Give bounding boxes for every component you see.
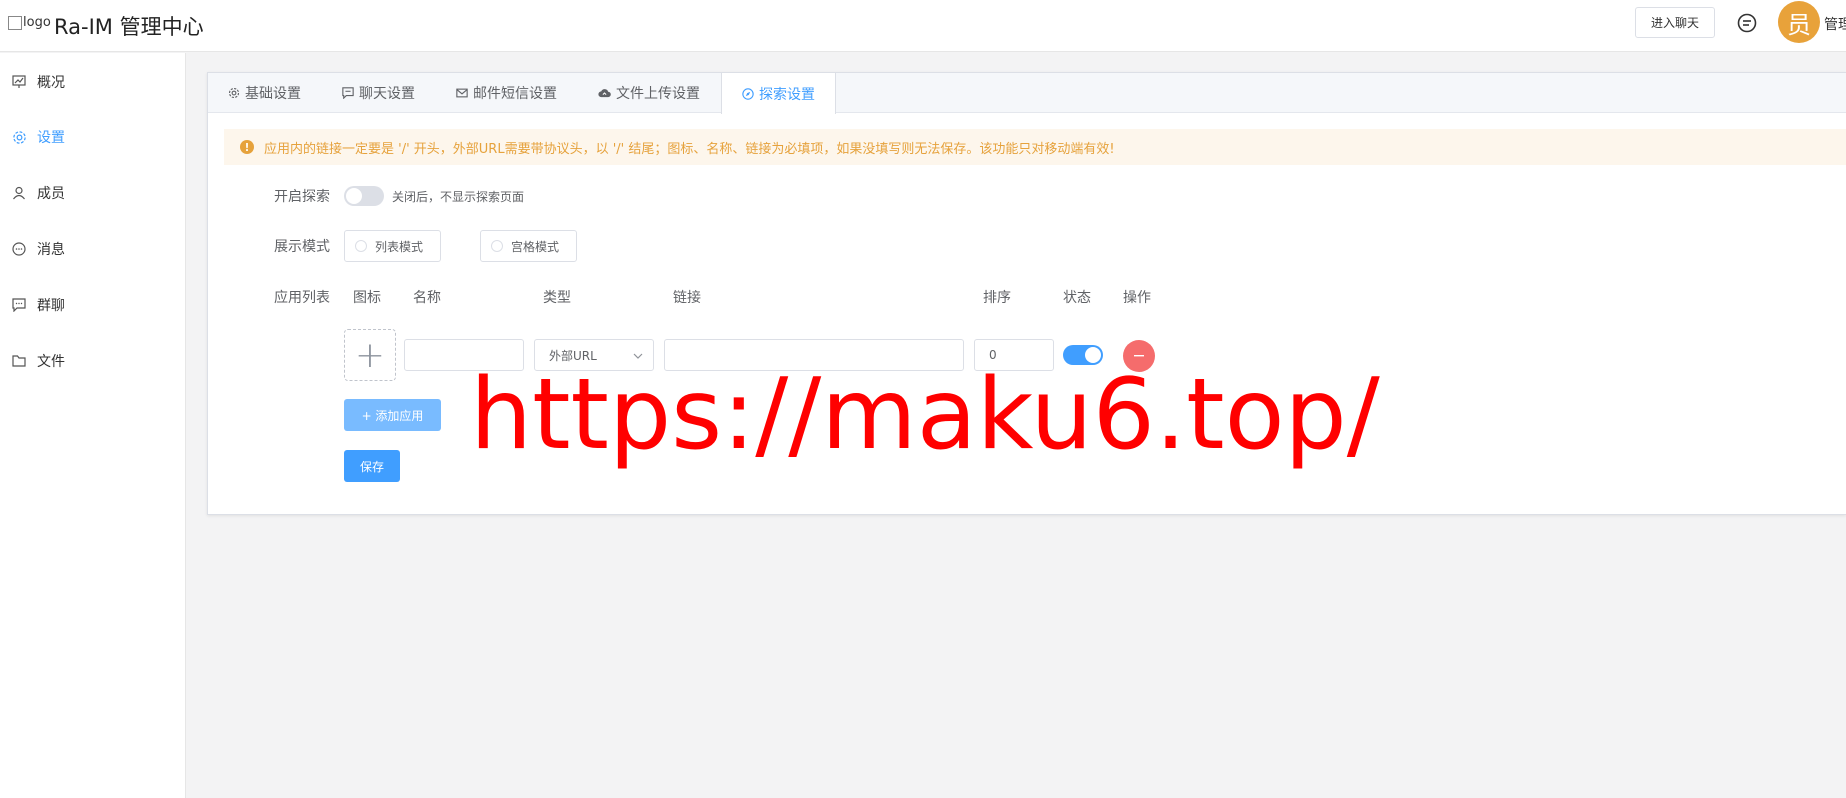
sidebar-item-settings[interactable]: 设置 — [0, 117, 185, 157]
minus-icon — [1134, 355, 1144, 357]
column-header-actions: 操作 — [1123, 290, 1151, 306]
folder-icon — [11, 353, 27, 369]
sidebar-item-files[interactable]: 文件 — [0, 341, 185, 381]
list-mode-radio[interactable]: 列表模式 — [344, 230, 441, 262]
radio-label: 列表模式 — [375, 239, 424, 254]
watermark-url: https://maku6.top/ — [470, 358, 1380, 472]
tab-label: 探索设置 — [759, 86, 815, 103]
tab-label: 文件上传设置 — [616, 86, 700, 102]
warning-alert: ! 应用内的链接一定要是 '/' 开头，外部URL需要带协议头，以 '/' 结尾… — [224, 129, 1846, 165]
column-header-order: 排序 — [983, 290, 1011, 306]
chat-icon — [342, 87, 354, 99]
tab-label: 基础设置 — [245, 86, 301, 102]
cloud-upload-icon — [598, 87, 611, 99]
radio-circle-icon — [491, 240, 503, 252]
grid-mode-radio[interactable]: 宫格模式 — [480, 230, 577, 262]
save-button[interactable]: 保存 — [344, 450, 400, 482]
broken-image-icon — [8, 15, 22, 30]
gear-icon — [11, 129, 27, 145]
sidebar-item-group-chat[interactable]: 群聊 — [0, 285, 185, 325]
user-name[interactable]: 管理员 — [1824, 14, 1846, 34]
sidebar: 概况 设置 成员 消息 群聊 文件 — [0, 53, 186, 798]
sidebar-item-label: 成员 — [37, 186, 65, 202]
app-list-label: 应用列表 — [274, 290, 330, 306]
column-header-status: 状态 — [1063, 290, 1091, 306]
tab-file-upload-settings[interactable]: 文件上传设置 — [578, 73, 721, 113]
logo-alt-text: logo — [23, 15, 51, 30]
warning-icon: ! — [240, 140, 254, 154]
sidebar-item-label: 消息 — [37, 242, 65, 258]
app-title: Ra-IM 管理中心 — [54, 15, 204, 39]
tab-basic-settings[interactable]: 基础设置 — [208, 73, 322, 113]
sidebar-item-overview[interactable]: 概况 — [0, 62, 185, 102]
enable-explore-hint: 关闭后，不显示探索页面 — [392, 190, 525, 204]
switch-knob — [346, 188, 362, 204]
column-header-icon: 图标 — [353, 290, 381, 306]
tab-label: 聊天设置 — [359, 86, 415, 102]
sidebar-item-label: 文件 — [37, 354, 65, 370]
alert-text: 应用内的链接一定要是 '/' 开头，外部URL需要带协议头，以 '/' 结尾；图… — [264, 141, 1115, 157]
user-icon — [11, 185, 27, 201]
enable-explore-switch[interactable] — [344, 186, 384, 206]
add-app-button[interactable]: + 添加应用 — [344, 399, 441, 431]
enable-explore-label: 开启探索 — [274, 189, 330, 205]
radio-label: 宫格模式 — [511, 239, 560, 254]
top-header: logo Ra-IM 管理中心 进入聊天 员 管理员 — [0, 0, 1846, 52]
display-mode-label: 展示模式 — [274, 239, 330, 255]
column-header-name: 名称 — [413, 290, 441, 306]
sidebar-item-messages[interactable]: 消息 — [0, 229, 185, 269]
chat-bubble-icon — [11, 241, 27, 257]
message-icon[interactable] — [1734, 10, 1760, 36]
sidebar-item-label: 群聊 — [37, 298, 65, 314]
tab-mail-sms-settings[interactable]: 邮件短信设置 — [436, 73, 578, 113]
avatar[interactable]: 员 — [1778, 1, 1820, 43]
sidebar-item-label: 设置 — [37, 130, 65, 146]
sidebar-item-members[interactable]: 成员 — [0, 173, 185, 213]
gear-icon — [228, 87, 240, 99]
column-header-type: 类型 — [543, 290, 571, 306]
compass-icon — [742, 87, 754, 100]
mail-icon — [456, 87, 468, 99]
sidebar-item-label: 概况 — [37, 75, 65, 91]
logo: logo — [8, 15, 51, 30]
tab-chat-settings[interactable]: 聊天设置 — [322, 73, 436, 113]
icon-upload-plus-button[interactable]: + — [344, 329, 396, 381]
tab-label: 邮件短信设置 — [473, 86, 557, 102]
chart-icon — [11, 74, 27, 90]
group-chat-icon — [11, 297, 27, 313]
radio-circle-icon — [355, 240, 367, 252]
enter-chat-button[interactable]: 进入聊天 — [1635, 7, 1715, 38]
tab-explore-settings[interactable]: 探索设置 — [721, 73, 836, 114]
tab-bar: 基础设置 聊天设置 邮件短信设置 文件上传设置 探索设置 — [208, 73, 1846, 114]
column-header-link: 链接 — [673, 290, 701, 306]
